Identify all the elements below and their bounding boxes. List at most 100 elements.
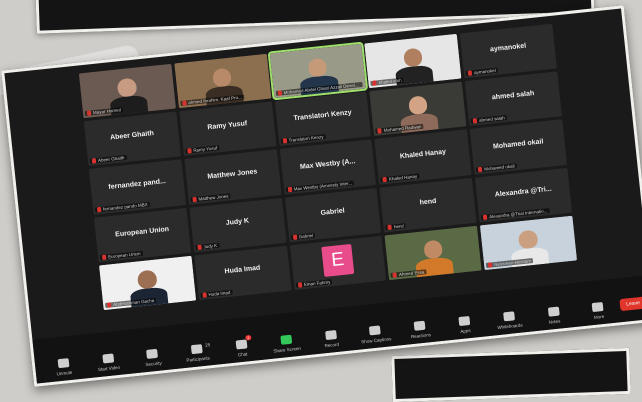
people-icon: 25 [191, 342, 210, 355]
reactions-button[interactable]: Reactions [397, 319, 443, 341]
caption-text: Khaled Hanay [388, 173, 418, 182]
toolbar-label: Security [145, 360, 162, 368]
participant-tile[interactable]: Ahmed Essa [384, 225, 482, 281]
show-captions-button[interactable]: Show Captions [353, 324, 399, 346]
participant-tile[interactable]: Huda Imad Huda Imad [194, 245, 292, 301]
participant-name: aymanokel [489, 42, 527, 54]
participant-name: Mohamed okail [492, 137, 544, 151]
toolbar-label: Show Captions [360, 336, 392, 345]
caption-text: Eman Fahmy [303, 279, 331, 288]
toolbar-label: Chat [237, 351, 248, 358]
more-icon [592, 301, 604, 313]
participant-name: European Union [114, 225, 170, 239]
muted-mic-icon [297, 282, 302, 288]
avatar: E [321, 243, 355, 277]
caption-text: European Union [107, 250, 141, 260]
participant-tile[interactable]: Mohamed Radwan [369, 81, 467, 137]
share-screen-button[interactable]: Share Screen [263, 333, 309, 355]
muted-mic-icon [182, 100, 187, 106]
toolbar-label: Reactions [410, 332, 432, 340]
participant-tile[interactable]: ahmed salah ahmed salah [464, 71, 562, 127]
muted-mic-icon [377, 128, 383, 134]
caption-text: Abeer Ghaith [97, 155, 125, 164]
record-icon [324, 330, 337, 341]
participant-tile[interactable]: Abeer Ghaith Abeer Ghaith [83, 111, 181, 167]
muted-mic-icon [287, 186, 292, 192]
caption-text: Matthew Jones [198, 193, 229, 202]
participant-caption: Judy K [195, 242, 220, 251]
participant-grid: Mayar Hamed ahmed Ibrahim, Kaaf Pro... Moh… [78, 23, 578, 311]
participants-button[interactable]: 25 Participants [174, 342, 220, 364]
record-button[interactable]: Record [308, 328, 354, 350]
muted-mic-icon [472, 118, 478, 124]
participant-name: Judy K [225, 217, 250, 227]
participant-tile[interactable]: E Eman Fahmy [289, 235, 387, 291]
participant-tile[interactable]: aymanokel aymanokel [459, 23, 557, 79]
muted-mic-icon [197, 244, 202, 250]
toolbar-label: More [593, 313, 605, 320]
participant-tile[interactable]: Mohamed Abdel Ghani Azzali Development .… [267, 41, 369, 101]
participant-tile[interactable]: Mayar Hamed [78, 63, 176, 119]
participant-tile[interactable]: hend hend [379, 177, 477, 233]
participant-caption: Khaled Hanay [380, 173, 420, 183]
caption-text: ahmed salah [478, 115, 506, 124]
participant-name: ahmed salah [491, 90, 535, 102]
whiteboards-button[interactable]: Whiteboards [486, 310, 532, 332]
participant-tile[interactable]: Gabriel Gabriel [284, 187, 382, 243]
participant-tile[interactable]: Translator\ Kenzy Translator\ Kenzy [274, 91, 372, 147]
participant-caption: European Union [99, 250, 143, 261]
caption-text: fernandez pando MBX [102, 201, 148, 212]
participant-tile[interactable]: Matthew Jones Matthew Jones [184, 149, 282, 205]
caption-text: Mohamed okail [483, 163, 515, 172]
participant-tile[interactable]: Nessreen Hossam [480, 215, 578, 271]
caption-text: Ramy Yusuf [193, 145, 218, 154]
start-video-button[interactable]: Start Video [85, 352, 131, 374]
caption-text: Alexandra @Trial Internatio... [488, 208, 548, 220]
muted-mic-icon [91, 158, 97, 164]
unmute-button[interactable]: Unmute [41, 356, 87, 378]
participant-caption: hend [385, 222, 407, 230]
participant-caption: Eman Fahmy [295, 279, 333, 288]
smile-icon [413, 320, 426, 331]
participant-name: Gabriel [320, 207, 346, 217]
more-button[interactable]: More [575, 300, 621, 322]
participant-caption: Ramy Yusuf [185, 145, 220, 155]
cc-icon [369, 325, 382, 336]
participant-name: Max Westby (A... [299, 157, 356, 171]
participant-tile[interactable]: Mohamed okail Mohamed okail [469, 119, 568, 175]
participant-tile[interactable]: Khaled Hanay Khaled Hanay [374, 129, 472, 185]
participant-caption: Abeer Ghaith [89, 155, 127, 165]
share-screen-icon [280, 334, 293, 345]
participant-tile[interactable]: khaled elnh [364, 33, 462, 89]
security-button[interactable]: Security [130, 347, 176, 369]
muted-mic-icon [382, 176, 388, 182]
peek-card-bottom [391, 347, 631, 402]
zoom-window: Mayar Hamed ahmed Ibrahim, Kaaf Pro... Moh… [1, 5, 642, 387]
participant-tile[interactable]: Ramy Yusuf Ramy Yusuf [179, 101, 277, 157]
participant-tile[interactable]: Max Westby (A... Max Westby (Amnesty Inte… [279, 139, 377, 195]
toolbar-label: Apps [460, 327, 471, 335]
caption-text: hend [393, 223, 405, 230]
participant-tile[interactable]: ahmed Ibrahim, Kaaf Pro... [174, 53, 272, 109]
participant-tile[interactable]: Alexandra @Tri... Alexandra @Trial Intern… [475, 167, 573, 223]
toolbar-label: Start Video [97, 364, 121, 373]
participant-caption: Gabriel [290, 232, 316, 241]
notes-icon [547, 306, 560, 317]
participant-tile[interactable]: Judy K Judy K [189, 197, 287, 253]
muted-mic-icon [467, 70, 473, 76]
notes-button[interactable]: Notes [531, 305, 577, 327]
leave-button[interactable]: Leave [619, 296, 642, 312]
participant-caption: Max Westby (Amnesty Inter... [285, 179, 355, 193]
apps-button[interactable]: Apps [442, 314, 488, 336]
participant-tile[interactable]: fernandez pand... fernandez pando MBX [88, 159, 186, 215]
participant-tile[interactable]: European Union European Union [93, 207, 191, 263]
participant-name: hend [419, 197, 437, 207]
whiteboard-icon [502, 311, 515, 322]
toolbar-label: Unmute [56, 369, 73, 377]
participant-tile[interactable]: Abdelrahman Gacha [98, 255, 196, 311]
chat-button[interactable]: 2 Chat [219, 334, 265, 360]
participant-name: fernandez pand... [108, 177, 167, 191]
participant-caption: Huda Imad [200, 289, 233, 298]
muted-mic-icon [101, 254, 107, 260]
participant-name: Alexandra @Tri... [494, 185, 552, 199]
